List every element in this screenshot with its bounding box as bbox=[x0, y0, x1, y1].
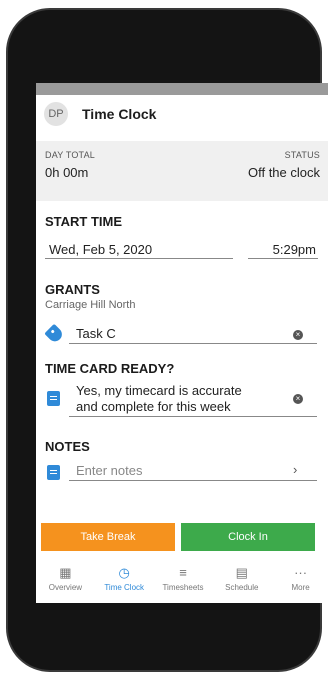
clock-in-button[interactable]: Clock In bbox=[181, 523, 315, 551]
grant-location: Carriage Hill North bbox=[45, 299, 136, 311]
page-title: Time Clock bbox=[82, 106, 157, 122]
clear-time-card-icon[interactable]: × bbox=[293, 394, 303, 404]
more-icon: ··· bbox=[294, 565, 308, 580]
notes-field bbox=[69, 480, 317, 481]
start-date-field bbox=[45, 258, 233, 259]
nav-timesheets[interactable]: ≡ Timesheets bbox=[154, 557, 213, 603]
notes-icon bbox=[47, 465, 60, 480]
start-time-field bbox=[248, 258, 318, 259]
day-total-value: 0h 00m bbox=[45, 165, 89, 180]
start-time-value[interactable]: 5:29pm bbox=[273, 242, 316, 257]
day-total-label: DAY TOTAL bbox=[45, 150, 95, 160]
chevron-right-icon[interactable]: › bbox=[293, 462, 297, 477]
grants-label: GRANTS bbox=[45, 282, 100, 297]
timesheets-icon: ≡ bbox=[179, 565, 187, 580]
app-screen: DP Time Clock DAY TOTAL 0h 00m STATUS Of… bbox=[36, 83, 328, 603]
time-card-field bbox=[69, 416, 317, 417]
document-icon bbox=[47, 391, 60, 406]
clear-task-icon[interactable]: × bbox=[293, 330, 303, 340]
day-summary: DAY TOTAL 0h 00m STATUS Off the clock bbox=[36, 141, 328, 201]
take-break-button[interactable]: Take Break bbox=[41, 523, 175, 551]
bottom-nav: ▦ Overview ◷ Time Clock ≡ Timesheets ▤ S… bbox=[36, 557, 328, 603]
nav-overview[interactable]: ▦ Overview bbox=[36, 557, 95, 603]
status-label: STATUS bbox=[284, 150, 320, 160]
tag-icon bbox=[44, 323, 65, 345]
status-strip bbox=[36, 83, 328, 95]
nav-time-clock[interactable]: ◷ Time Clock bbox=[95, 557, 154, 603]
avatar[interactable]: DP bbox=[44, 102, 68, 126]
task-field bbox=[69, 343, 317, 344]
nav-more[interactable]: ··· More bbox=[271, 557, 328, 603]
nav-schedule[interactable]: ▤ Schedule bbox=[212, 557, 271, 603]
start-date-value[interactable]: Wed, Feb 5, 2020 bbox=[49, 242, 152, 257]
clock-icon: ◷ bbox=[118, 565, 130, 580]
time-card-line1[interactable]: Yes, my timecard is accurate bbox=[76, 383, 242, 398]
notes-input[interactable]: Enter notes bbox=[76, 463, 143, 478]
app-header: DP Time Clock bbox=[36, 95, 328, 133]
time-card-label: TIME CARD READY? bbox=[45, 361, 175, 376]
overview-icon: ▦ bbox=[59, 565, 72, 580]
status-value: Off the clock bbox=[247, 165, 320, 180]
notes-label: NOTES bbox=[45, 439, 90, 454]
time-card-line2[interactable]: and complete for this week bbox=[76, 399, 231, 414]
calendar-icon: ▤ bbox=[235, 565, 248, 580]
task-value[interactable]: Task C bbox=[76, 326, 116, 341]
start-time-label: START TIME bbox=[45, 214, 123, 229]
